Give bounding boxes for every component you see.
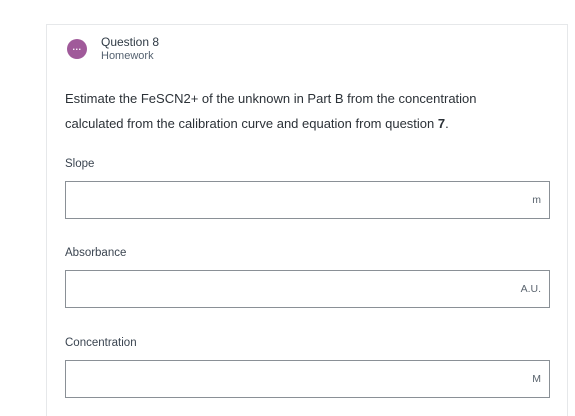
ellipsis-icon: ...: [67, 39, 87, 59]
slope-field[interactable]: m: [65, 181, 550, 219]
question-title: Question 8: [101, 35, 160, 49]
question-card: ... Question 8 Homework Estimate the FeS…: [46, 24, 568, 416]
page: ... Question 8 Homework Estimate the FeS…: [0, 0, 575, 416]
concentration-unit: M: [532, 373, 541, 385]
concentration-label: Concentration: [65, 337, 137, 349]
absorbance-label: Absorbance: [65, 247, 127, 259]
avatar-glyph: ...: [72, 42, 82, 52]
prompt-text: Estimate the FeSCN2+ of the unknown in P…: [65, 91, 477, 131]
absorbance-input[interactable]: [66, 271, 506, 307]
slope-label: Slope: [65, 158, 95, 170]
question-subtitle: Homework: [101, 50, 154, 62]
prompt-end: .: [445, 116, 449, 131]
absorbance-unit: A.U.: [520, 283, 541, 295]
slope-unit: m: [532, 194, 541, 206]
absorbance-field[interactable]: A.U.: [65, 270, 550, 308]
question-prompt: Estimate the FeSCN2+ of the unknown in P…: [65, 86, 535, 136]
concentration-input[interactable]: [66, 361, 506, 397]
slope-input[interactable]: [66, 182, 506, 218]
concentration-field[interactable]: M: [65, 360, 550, 398]
